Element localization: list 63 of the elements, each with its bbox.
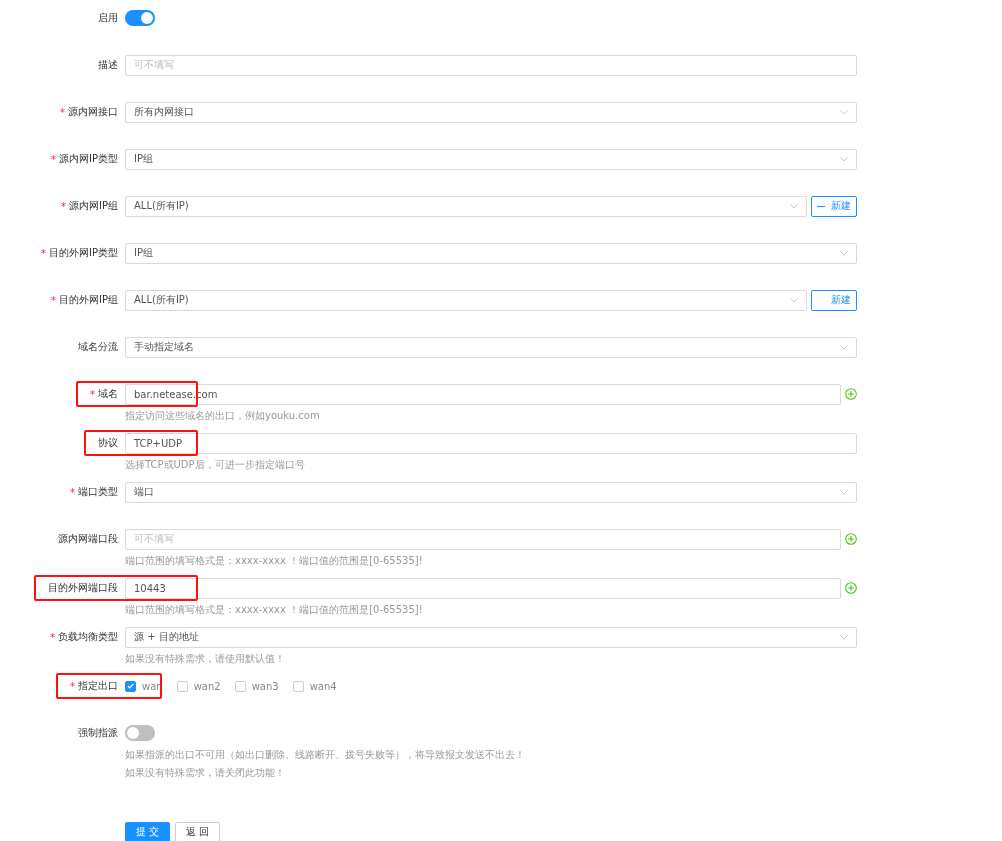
help-text: 指定访问这些域名的出口，例如youku.com [125,409,321,423]
help-text: 如果指派的出口不可用（如出口删除、线路断开、拨号失败等），将导致报文发送不出去！ [125,748,526,762]
checkbox[interactable] [234,680,246,692]
help-text: 如果没有特殊需求，请使用默认值！ [125,652,286,666]
chevron-down-icon [840,109,848,115]
input-field[interactable]: 10443 [125,577,841,599]
field-label: 协议 [98,436,118,450]
chevron-down-icon [840,634,848,640]
select-field[interactable]: 所有内网接口 [125,101,857,123]
required-mark: * [41,247,46,259]
toggle-switch[interactable] [125,10,155,26]
toggle-switch[interactable] [125,725,155,741]
field-label: 目的外网端口段 [48,581,118,595]
chevron-down-icon [840,489,848,495]
checkbox[interactable] [176,680,188,692]
field-label: 启用 [98,11,118,25]
required-mark: * [51,153,56,165]
select-field[interactable]: IP组 [125,242,857,264]
checkbox-option[interactable]: wan3 [234,680,279,692]
chevron-down-icon [790,297,798,303]
help-text: 如果没有特殊需求，请关闭此功能！ [125,766,286,780]
chevron-down-icon [840,344,848,350]
field-label: 域名 [98,387,118,401]
add-circle-icon[interactable] [845,388,857,400]
help-text: 端口范围的填写格式是：xxxx-xxxx ！端口值的范围是[0-65535]! [125,603,424,617]
field-label: 目的外网IP类型 [49,246,118,260]
check-icon [127,683,134,689]
checkbox-option[interactable]: wan4 [292,680,337,692]
add-circle-icon[interactable] [845,533,857,545]
required-mark: * [60,106,65,118]
select-field[interactable]: IP组 [125,148,857,170]
required-mark: * [51,294,56,306]
chevron-down-icon [840,250,848,256]
field-label: 描述 [98,58,118,72]
back-button[interactable]: 返 回 [175,822,221,841]
select-field[interactable]: ALL(所有IP) [125,195,807,217]
field-label: 源内网IP类型 [59,152,118,166]
checkbox-option[interactable]: wan2 [176,680,221,692]
field-label: 指定出口 [78,679,118,693]
field-label: 强制指派 [78,726,118,740]
field-label: 域名分流 [78,340,118,354]
input-field[interactable]: TCP+UDP [125,432,857,454]
select-field[interactable]: 手动指定域名 [125,336,857,358]
select-field[interactable]: 源 + 目的地址 [125,626,857,648]
required-mark: * [90,388,95,400]
field-label: 源内网IP组 [69,199,118,213]
field-label: 负载均衡类型 [58,630,118,644]
required-mark: * [70,680,75,692]
chevron-down-icon [840,156,848,162]
chevron-down-icon [790,203,798,209]
required-mark: * [50,631,55,643]
help-text: 端口范围的填写格式是：xxxx-xxxx ！端口值的范围是[0-65535]! [125,554,424,568]
field-label: 源内网端口段 [58,532,118,546]
add-circle-icon[interactable] [845,582,857,594]
field-label: 端口类型 [78,485,118,499]
select-field[interactable]: 端口 [125,481,857,503]
checkbox[interactable] [292,680,304,692]
field-label: 目的外网IP组 [59,293,118,307]
required-mark: * [70,486,75,498]
select-field[interactable]: ALL(所有IP) [125,289,807,311]
required-mark: * [61,200,66,212]
checkbox[interactable] [125,680,136,692]
field-label: 源内网接口 [68,105,118,119]
